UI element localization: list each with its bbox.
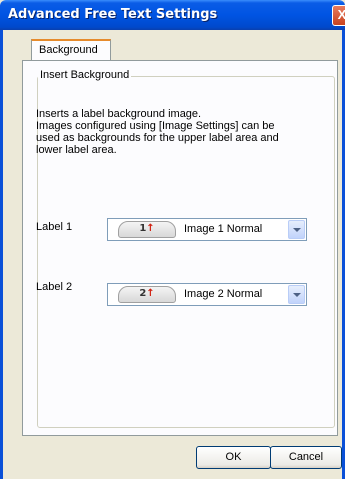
dropdown-value: Image 1 Normal (184, 223, 263, 235)
group-title: Insert Background (38, 69, 132, 81)
label-1-image-dropdown[interactable]: 1↑ Image 1 Normal (107, 218, 307, 241)
window-border-left (0, 30, 3, 479)
image-badge-icon: 1↑ (118, 221, 176, 238)
label-2-image-dropdown[interactable]: 2↑ Image 2 Normal (107, 283, 307, 306)
cancel-button[interactable]: Cancel (270, 446, 342, 469)
ok-button[interactable]: OK (196, 446, 271, 469)
title-bar[interactable]: Advanced Free Text Settings X (0, 0, 345, 30)
tab-label: Background (39, 44, 98, 56)
chevron-down-icon[interactable] (288, 220, 305, 239)
image-badge-icon: 2↑ (118, 286, 176, 303)
chevron-down-icon[interactable] (288, 285, 305, 304)
label-1-caption: Label 1 (36, 221, 73, 233)
dialog-window: Advanced Free Text Settings X Background… (0, 0, 345, 479)
label-2-caption: Label 2 (36, 281, 73, 293)
window-title: Advanced Free Text Settings (8, 7, 218, 22)
dropdown-value: Image 2 Normal (184, 288, 263, 300)
badge-arrow: ↑ (146, 223, 155, 234)
tab-background[interactable]: Background (31, 39, 111, 61)
close-button[interactable]: X (332, 5, 345, 26)
badge-arrow: ↑ (146, 288, 155, 299)
description-text: Inserts a label background image. Images… (36, 108, 279, 156)
close-icon: X (337, 7, 345, 22)
